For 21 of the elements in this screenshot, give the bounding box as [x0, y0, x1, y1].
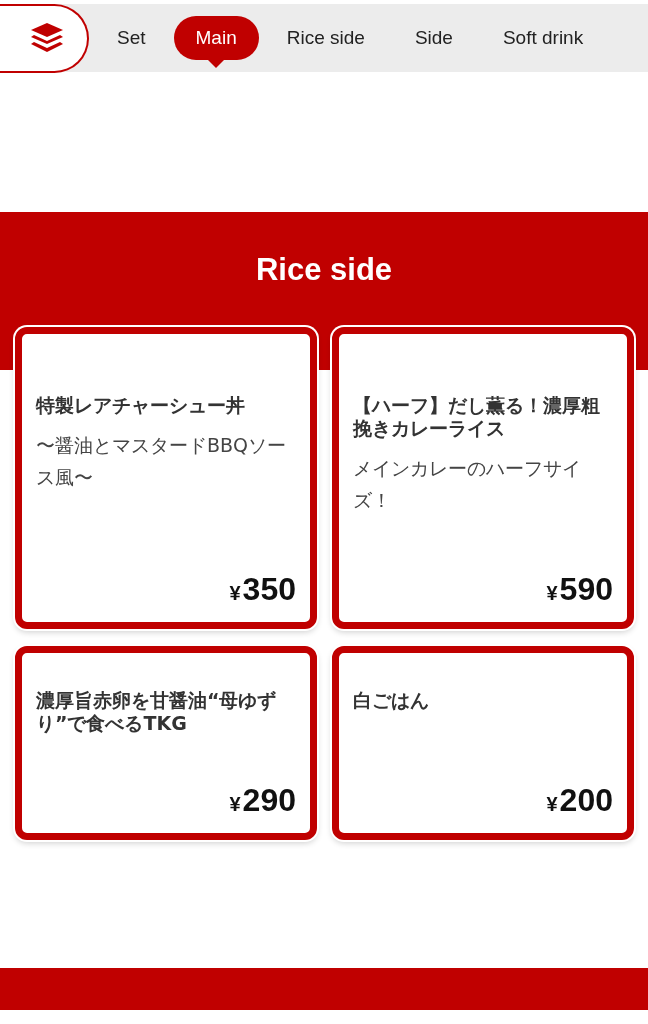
category-tab[interactable]: Set — [95, 16, 168, 68]
item-price: ¥350 — [228, 571, 296, 608]
category-tab[interactable]: Main — [173, 16, 259, 68]
section-title: Rice side — [254, 251, 394, 289]
category-tab[interactable]: Side — [392, 16, 475, 68]
menu-item-card[interactable]: 特製レアチャーシュー丼 〜醤油とマスタードBBQソース風〜 ¥350 — [15, 327, 317, 629]
item-name: 白ごはん — [353, 689, 430, 712]
item-description: メインカレーのハーフサイズ！ — [353, 456, 582, 513]
item-name: 濃厚旨赤卵を甘醤油“母ゆずり”で食べるTKG — [36, 689, 278, 735]
item-description: 〜醤油とマスタードBBQソース風〜 — [36, 433, 288, 490]
category-tab[interactable]: Rice side — [264, 16, 387, 68]
category-tab[interactable]: Soft drink — [480, 16, 606, 68]
item-name: 【ハーフ】だし薫る！濃厚粗挽きカレーライス — [353, 394, 601, 440]
menu-item-card[interactable]: 白ごはん ¥200 — [332, 646, 634, 840]
menu-item-card[interactable]: 【ハーフ】だし薫る！濃厚粗挽きカレーライス メインカレーのハーフサイズ！ ¥590 — [332, 327, 634, 629]
item-price: ¥290 — [228, 782, 296, 819]
item-price: ¥200 — [545, 782, 613, 819]
item-price: ¥590 — [545, 571, 613, 608]
menu-item-card[interactable]: 濃厚旨赤卵を甘醤油“母ゆずり”で食べるTKG ¥290 — [15, 646, 317, 840]
menu-button[interactable] — [0, 3, 89, 73]
item-name: 特製レアチャーシュー丼 — [36, 394, 246, 417]
